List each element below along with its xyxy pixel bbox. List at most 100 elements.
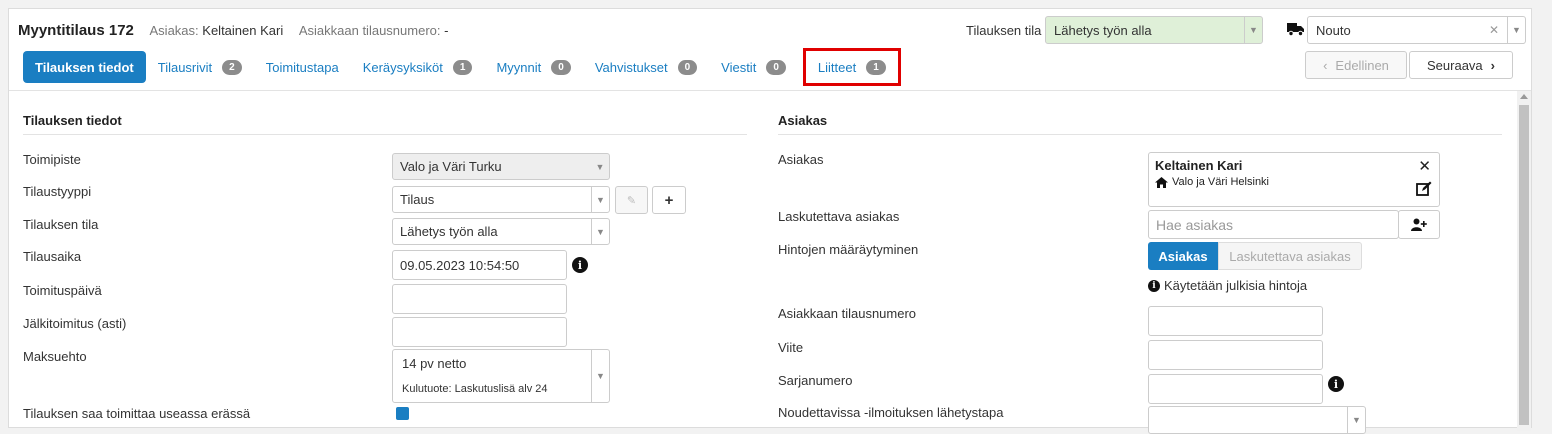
pickup-notification-select[interactable]: ▼: [1148, 406, 1366, 434]
next-button[interactable]: Seuraava ›: [1409, 51, 1513, 79]
close-icon[interactable]: ✕: [1418, 157, 1431, 175]
chevron-down-icon: ▼: [1507, 17, 1525, 43]
previous-button[interactable]: ‹ Edellinen: [1305, 51, 1407, 79]
partial-delivery-label: Tilauksen saa toimittaa useassa erässä: [23, 406, 251, 421]
serial-number-input[interactable]: [1148, 374, 1323, 404]
customer-section-title: Asiakas: [778, 113, 828, 128]
info-icon: i: [1148, 279, 1160, 292]
order-type-label: Tilaustyyppi: [23, 184, 92, 199]
scroll-up-icon[interactable]: [1520, 94, 1528, 99]
tab-sales[interactable]: Myynnit 0: [484, 51, 582, 83]
tab-label: Tilausrivit: [157, 59, 213, 75]
edit-icon[interactable]: [1416, 181, 1432, 197]
backorder-label: Jälkitoimitus (asti): [23, 316, 127, 331]
clear-icon[interactable]: ✕: [1489, 23, 1499, 37]
tab-bar: Tilauksen tiedot Tilausrivit 2 Toimitust…: [23, 48, 901, 86]
order-time-input[interactable]: 09.05.2023 10:54:50: [392, 250, 567, 280]
scrollbar-thumb[interactable]: [1519, 105, 1529, 425]
tab-order-details[interactable]: Tilauksen tiedot: [23, 51, 146, 83]
customer-order-number-input[interactable]: [1148, 306, 1323, 336]
order-type-value: Tilaus: [400, 192, 435, 207]
home-icon: [1155, 176, 1168, 188]
office-value: Valo ja Väri Turku: [400, 159, 502, 174]
chevron-down-icon: ▼: [591, 350, 609, 402]
chevron-right-icon: ›: [1490, 57, 1495, 73]
order-state-select[interactable]: Lähetys työn alla ▼: [1045, 16, 1263, 44]
order-header: Myyntitilaus 172 Asiakas: Keltainen Kari…: [9, 9, 1531, 91]
chevron-down-icon: ▼: [595, 161, 605, 172]
pricing-hint-text: Käytetään julkisia hintoja: [1164, 278, 1308, 293]
order-number-meta-label: Asiakkaan tilausnumero:: [298, 23, 441, 38]
tab-label: Viestit: [721, 59, 757, 75]
count-badge: 0: [551, 59, 571, 75]
customer-meta-label: Asiakas:: [149, 23, 199, 38]
info-icon[interactable]: i: [1328, 376, 1344, 392]
billing-customer-placeholder: Hae asiakas: [1156, 216, 1234, 233]
customer-branch: Valo ja Väri Helsinki: [1155, 176, 1269, 188]
payment-terms-select[interactable]: 14 pv netto Kulutuote: Laskutuslisä alv …: [392, 349, 610, 403]
chevron-down-icon: ▼: [591, 219, 609, 244]
title-row: Myyntitilaus 172 Asiakas: Keltainen Kari…: [18, 22, 448, 39]
previous-label: Edellinen: [1335, 57, 1389, 73]
tab-picking-units[interactable]: Keräysyksiköt 1: [351, 51, 485, 83]
payment-terms-subtext: Kulutuote: Laskutuslisä alv 24: [402, 383, 548, 395]
divider: [778, 134, 1502, 135]
order-state-label: Tilauksen tila: [966, 23, 1042, 38]
count-badge: 0: [766, 59, 786, 75]
tab-confirmations[interactable]: Vahvistukset 0: [583, 51, 709, 83]
pricing-billing-customer-toggle[interactable]: Laskutettava asiakas: [1218, 242, 1362, 270]
tab-messages[interactable]: Viestit 0: [709, 51, 798, 83]
payment-terms-label: Maksuehto: [23, 349, 87, 364]
order-state-field-label: Tilauksen tila: [23, 217, 99, 232]
pickup-notification-label: Noudettavissa -ilmoituksen lähetystapa: [778, 405, 1004, 420]
order-time-value: 09.05.2023 10:54:50: [400, 257, 520, 273]
customer-branch-name: Valo ja Väri Helsinki: [1172, 176, 1270, 188]
office-select[interactable]: Valo ja Väri Turku ▼: [392, 153, 610, 180]
order-state-value: Lähetys työn alla: [1054, 22, 1152, 38]
scrollbar[interactable]: [1517, 91, 1531, 431]
order-type-select[interactable]: Tilaus ▼: [392, 186, 610, 213]
order-details-section-title: Tilauksen tiedot: [23, 113, 122, 128]
pricing-customer-toggle[interactable]: Asiakas: [1148, 242, 1218, 270]
chevron-down-icon: ▼: [591, 187, 609, 212]
tab-label: Toimitustapa: [265, 59, 339, 75]
count-badge: 2: [222, 59, 242, 75]
order-time-label: Tilausaika: [23, 249, 82, 264]
backorder-input[interactable]: [392, 317, 567, 347]
office-label: Toimipiste: [23, 152, 81, 167]
add-order-type-button[interactable]: +: [652, 186, 686, 214]
truck-icon: [1287, 23, 1304, 37]
edit-order-type-button[interactable]: ✎: [615, 186, 648, 214]
pencil-icon: ✎: [626, 194, 637, 207]
reference-input[interactable]: [1148, 340, 1323, 370]
plus-icon: +: [664, 191, 674, 209]
tab-delivery-method[interactable]: Toimitustapa: [254, 51, 351, 83]
order-number-meta-value: -: [444, 23, 449, 38]
tab-order-rows[interactable]: Tilausrivit 2: [146, 51, 254, 83]
order-state-field-select[interactable]: Lähetys työn alla ▼: [392, 218, 610, 245]
shipping-method-select[interactable]: Nouto ✕ ▼: [1307, 16, 1526, 44]
payment-terms-value: 14 pv netto: [402, 356, 467, 371]
customer-name: Keltainen Kari: [1155, 158, 1243, 173]
info-icon[interactable]: i: [572, 257, 588, 273]
serial-number-label: Sarjanumero: [778, 373, 853, 388]
pricing-hint: i Käytetään julkisia hintoja: [1148, 278, 1307, 293]
add-customer-button[interactable]: [1398, 210, 1440, 239]
tab-label: Keräysyksiköt: [362, 59, 443, 75]
count-badge: 1: [452, 59, 473, 75]
shipping-method-value: Nouto: [1316, 22, 1351, 38]
order-page: Myyntitilaus 172 Asiakas: Keltainen Kari…: [8, 8, 1532, 434]
tab-attachments[interactable]: Liitteet 1: [802, 48, 901, 86]
pricing-label: Hintojen määräytyminen: [778, 242, 919, 257]
customer-label: Asiakas: [778, 152, 824, 167]
count-badge: 0: [677, 59, 698, 75]
delivery-date-input[interactable]: [392, 284, 567, 314]
page-title: Myyntitilaus 172: [18, 22, 134, 39]
delivery-date-label: Toimituspäivä: [23, 283, 102, 298]
tab-label: Myynnit: [496, 59, 542, 75]
billing-customer-search-input[interactable]: Hae asiakas: [1148, 210, 1399, 239]
billing-customer-label: Laskutettava asiakas: [778, 209, 900, 224]
chevron-down-icon: ▼: [1347, 407, 1365, 433]
partial-delivery-checkbox[interactable]: [396, 407, 409, 420]
chevron-left-icon: ‹: [1323, 57, 1328, 73]
